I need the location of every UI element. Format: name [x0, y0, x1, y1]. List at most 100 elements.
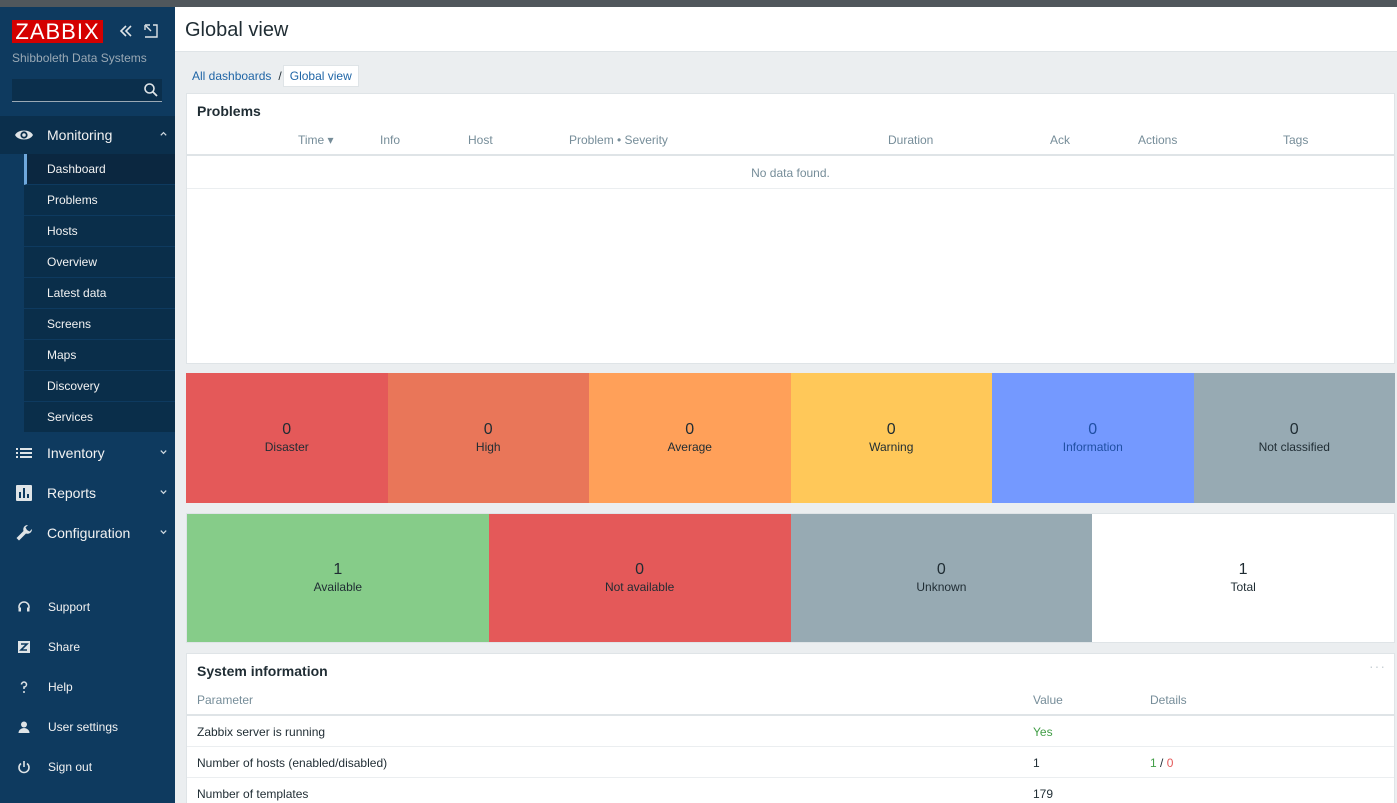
breadcrumb-all-dashboards[interactable]: All dashboards: [186, 69, 277, 83]
bar-chart-icon: [0, 483, 47, 503]
parameter-cell: Number of hosts (enabled/disabled): [197, 756, 388, 770]
host-count: 1: [333, 561, 343, 578]
question-icon: [0, 680, 48, 694]
power-icon: [0, 760, 48, 774]
hosts-not-available[interactable]: 0 Not available: [488, 514, 791, 642]
sidebar-item-screens[interactable]: Screens: [24, 309, 175, 340]
severity-not-classified[interactable]: 0 Not classified: [1193, 373, 1395, 503]
sidebar-item-discovery[interactable]: Discovery: [24, 371, 175, 402]
severity-label: Warning: [869, 440, 914, 454]
severity-warning[interactable]: 0 Warning: [790, 373, 992, 503]
severity-disaster[interactable]: 0 Disaster: [186, 373, 388, 503]
severity-count: 0: [483, 421, 493, 438]
host-label: Total: [1230, 580, 1256, 594]
zabbix-logo[interactable]: ZABBIX: [12, 20, 103, 43]
menu-inventory[interactable]: Inventory: [0, 434, 175, 472]
sidebar-item-latest-data[interactable]: Latest data: [24, 278, 175, 309]
sidebar-item-problems[interactable]: Problems: [24, 185, 175, 216]
column-value: Value: [1033, 693, 1063, 707]
kiosk-mode-icon[interactable]: [142, 22, 160, 40]
severity-count: 0: [685, 421, 695, 438]
problems-widget: Problems Time ▾ Info Host Problem • Seve…: [186, 93, 1395, 364]
search-box: [12, 79, 162, 102]
sidebar-help-label: Help: [48, 680, 73, 694]
system-information-widget: System information ··· Parameter Value D…: [186, 653, 1395, 803]
menu-configuration[interactable]: Configuration: [0, 514, 175, 552]
hosts-total[interactable]: 1 Total: [1092, 514, 1394, 642]
menu-reports-label: Reports: [47, 485, 97, 501]
logo-row: ZABBIX: [12, 20, 162, 44]
chevron-down-icon: [151, 527, 175, 539]
monitoring-submenu: Dashboard Problems Hosts Overview Latest…: [24, 154, 175, 433]
sidebar-item-dashboard[interactable]: Dashboard: [24, 154, 175, 185]
severity-high[interactable]: 0 High: [387, 373, 589, 503]
menu-configuration-label: Configuration: [47, 525, 131, 541]
share-z-icon: [0, 640, 48, 654]
page-header: Global view: [175, 7, 1397, 52]
server-name: Shibboleth Data Systems: [12, 51, 147, 65]
headset-icon: [0, 600, 48, 614]
menu-reports[interactable]: Reports: [0, 474, 175, 512]
severity-label: Information: [1062, 440, 1123, 454]
severity-label: High: [475, 440, 501, 454]
sidebar-item-services[interactable]: Services: [24, 402, 175, 433]
column-ack: Ack: [1050, 133, 1071, 147]
sidebar-help[interactable]: Help: [0, 676, 175, 698]
sidebar-item-hosts[interactable]: Hosts: [24, 216, 175, 247]
problems-by-severity-widget: 0 Disaster 0 High 0 Average 0 Warning 0 …: [186, 373, 1395, 503]
host-label: Unknown: [916, 580, 967, 594]
sidebar-item-maps[interactable]: Maps: [24, 340, 175, 371]
sidebar-item-overview[interactable]: Overview: [24, 247, 175, 278]
value-cell: 1: [1033, 756, 1040, 770]
chevron-down-icon: [151, 447, 175, 459]
user-icon: [0, 720, 48, 734]
column-duration: Duration: [888, 133, 934, 147]
wrench-icon: [0, 523, 47, 543]
sidebar-user-settings[interactable]: User settings: [0, 716, 175, 738]
menu-monitoring-label: Monitoring: [47, 127, 113, 143]
collapse-sidebar-icon[interactable]: [117, 22, 135, 40]
breadcrumb-current[interactable]: Global view: [282, 65, 359, 87]
severity-average[interactable]: 0 Average: [589, 373, 791, 503]
search-input[interactable]: [12, 79, 137, 101]
hosts-unknown[interactable]: 0 Unknown: [790, 514, 1093, 642]
hosts-available[interactable]: 1 Available: [187, 514, 489, 642]
host-label: Available: [313, 580, 363, 594]
details-separator: /: [1156, 756, 1167, 770]
parameter-cell: Zabbix server is running: [197, 725, 326, 739]
severity-count: 0: [282, 421, 292, 438]
severity-label: Disaster: [264, 440, 309, 454]
search-icon[interactable]: [143, 82, 159, 98]
sidebar-share[interactable]: Share: [0, 636, 175, 658]
severity-count: 0: [886, 421, 896, 438]
column-tags: Tags: [1283, 133, 1309, 147]
severity-count: 0: [1289, 421, 1299, 438]
sidebar-sign-out-label: Sign out: [48, 760, 93, 774]
severity-information[interactable]: 0 Information: [992, 373, 1194, 503]
breadcrumb: All dashboards / Global view: [186, 65, 359, 87]
problems-widget-title: Problems: [197, 103, 261, 119]
host-label: Not available: [604, 580, 675, 594]
value-cell: 179: [1033, 787, 1054, 801]
sidebar-support[interactable]: Support: [0, 596, 175, 618]
eye-icon: [0, 125, 47, 145]
parameter-cell: Number of templates: [197, 787, 309, 801]
column-actions: Actions: [1138, 133, 1178, 147]
no-data-message: No data found.: [187, 158, 1394, 189]
sidebar-sign-out[interactable]: Sign out: [0, 756, 175, 778]
system-info-table-header: Parameter Value Details: [187, 684, 1394, 716]
chevron-down-icon: [151, 487, 175, 499]
column-host: Host: [468, 133, 493, 147]
menu-monitoring[interactable]: Monitoring: [0, 116, 175, 154]
column-problem-severity: Problem • Severity: [569, 133, 668, 147]
page-title: Global view: [185, 19, 289, 41]
column-time[interactable]: Time ▾: [298, 133, 334, 147]
system-information-title: System information: [197, 663, 328, 679]
problems-table-header: Time ▾ Info Host Problem • Severity Dura…: [187, 124, 1394, 156]
sidebar-share-label: Share: [48, 640, 81, 654]
sidebar: ZABBIX Shibboleth Data Systems Monitorin…: [0, 7, 175, 803]
host-count: 0: [936, 561, 946, 578]
widget-menu-icon[interactable]: ···: [1369, 658, 1386, 674]
window-top-bar: [0, 0, 1397, 7]
list-icon: [0, 443, 47, 463]
